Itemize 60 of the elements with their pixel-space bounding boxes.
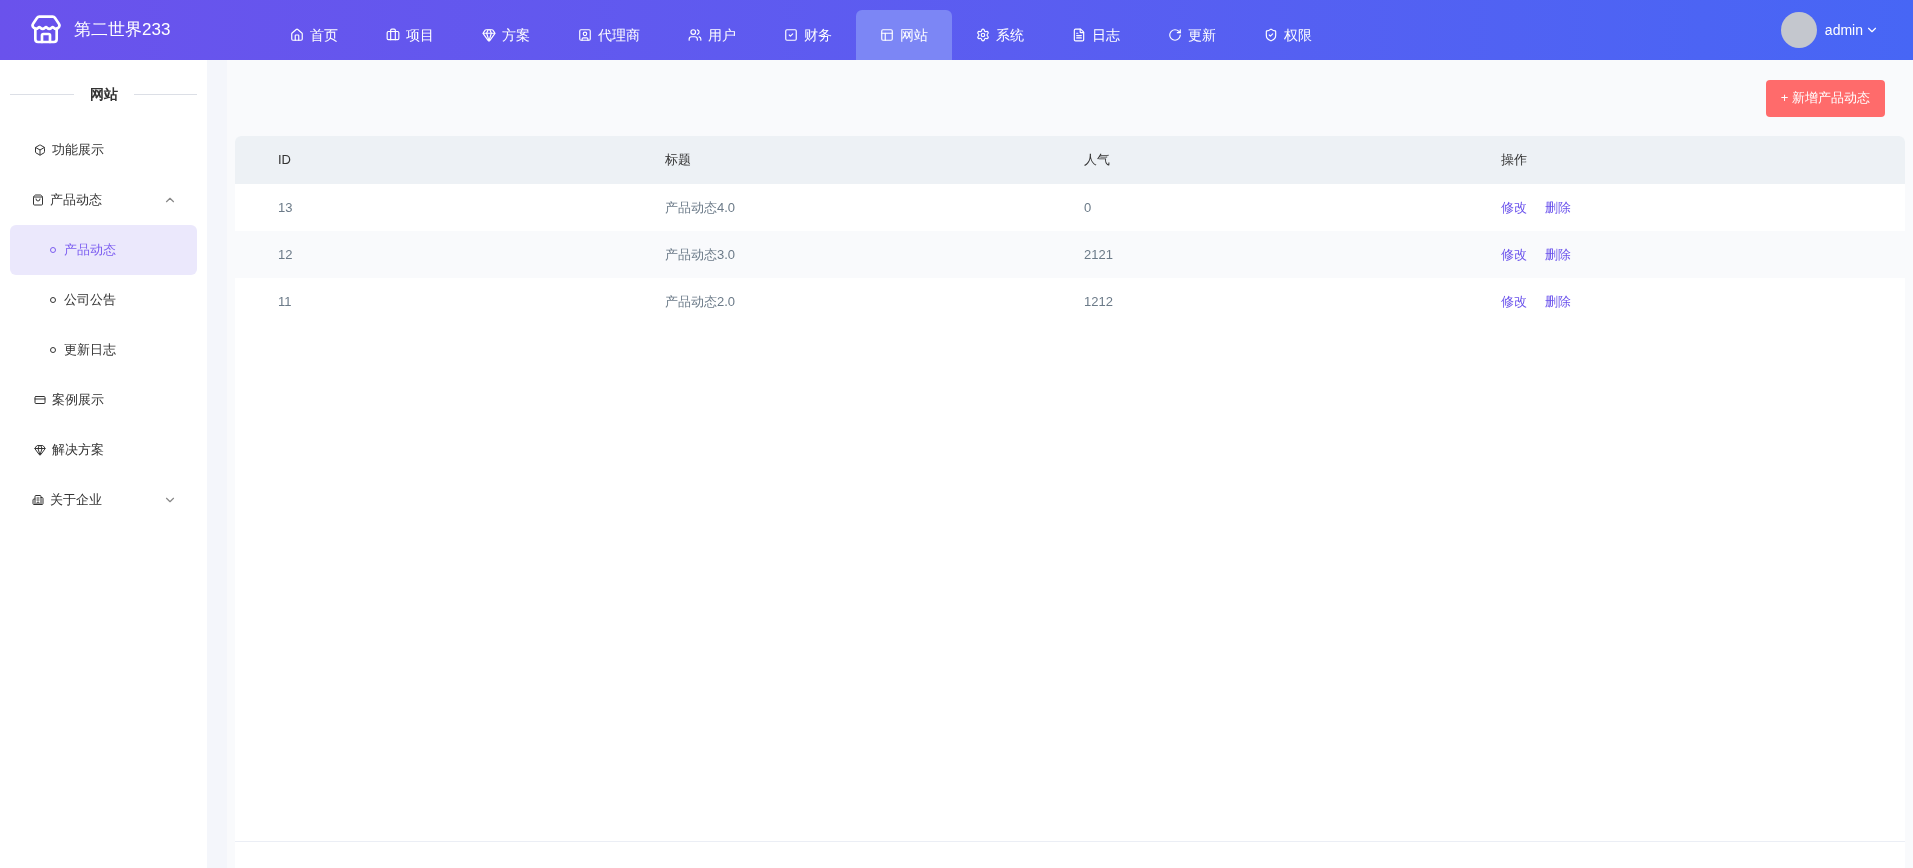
sidebar-item[interactable]: 案例展示 [10,375,197,425]
action-link[interactable]: 删除 [1545,197,1571,218]
cube-icon [34,144,46,156]
document-icon [1072,28,1086,42]
sidebar-item[interactable]: 解决方案 [10,425,197,475]
users-icon [688,28,702,42]
submenu-item[interactable]: 更新日志 [10,325,197,375]
nav-tab[interactable]: 方案 [458,10,554,60]
nav-tab[interactable]: 项目 [362,10,458,60]
table-cell-text: 产品动态4.0 [665,198,737,217]
nav-tab[interactable]: 首页 [266,10,362,60]
home-icon [290,28,304,42]
table-cell-text: 产品动态2.0 [665,292,737,311]
gem-icon [34,444,46,456]
action-link[interactable]: 修改 [1501,244,1527,265]
add-button[interactable]: + 新增产品动态 [1765,79,1885,117]
avatar[interactable] [1780,12,1817,48]
refresh-icon [1168,28,1182,42]
nav-tab[interactable]: 代理商 [554,10,664,60]
nav-tab[interactable]: 更新 [1144,10,1240,60]
brand-name: 第二世界233 [74,19,171,42]
bag-icon [32,194,44,206]
column-header: ID [278,151,292,170]
table-cell-text: 2121 [1084,245,1114,264]
nav-tab[interactable]: 日志 [1048,10,1144,60]
nav-tab[interactable]: 系统 [952,10,1048,60]
nav-tab[interactable]: 网站 [856,10,952,60]
table-cell-text: 0 [1084,198,1093,217]
column-header: 操作 [1501,151,1528,170]
nav-tab[interactable]: 权限 [1240,10,1336,60]
table-cell-text: 产品动态3.0 [665,245,737,264]
submenu-item[interactable]: 公司公告 [10,275,197,325]
table-cell-text: 1212 [1084,292,1114,311]
gem-icon [482,28,496,42]
settings-icon [976,28,990,42]
column-header: 人气 [1084,151,1111,170]
shield-icon [1264,28,1278,42]
nav-tab[interactable]: 用户 [664,10,760,60]
user-menu[interactable]: admin [1824,19,1879,41]
action-link[interactable]: 修改 [1501,291,1527,312]
submenu-item[interactable]: 产品动态 [10,225,197,275]
square-icon [784,28,798,42]
sidebar-item[interactable]: 功能展示 [10,125,197,175]
table-cell-text: 12 [278,245,294,264]
sidebar-item[interactable]: 关于企业 [10,475,197,525]
store-icon [30,14,62,46]
card-icon [34,394,46,406]
sidebar-item[interactable]: 产品动态 [10,175,197,225]
action-link[interactable]: 删除 [1545,291,1571,312]
building-icon [32,494,44,506]
table-cell-text: 11 [278,292,293,311]
column-header: 标题 [665,151,692,170]
nav-tab[interactable]: 财务 [760,10,856,60]
briefcase-icon [386,28,400,42]
layout-icon [880,28,894,42]
table-cell-text: 13 [278,198,294,217]
action-link[interactable]: 修改 [1501,197,1527,218]
sidebar-title: 网站 [89,85,118,104]
action-link[interactable]: 删除 [1545,244,1571,265]
user-card-icon [578,28,592,42]
